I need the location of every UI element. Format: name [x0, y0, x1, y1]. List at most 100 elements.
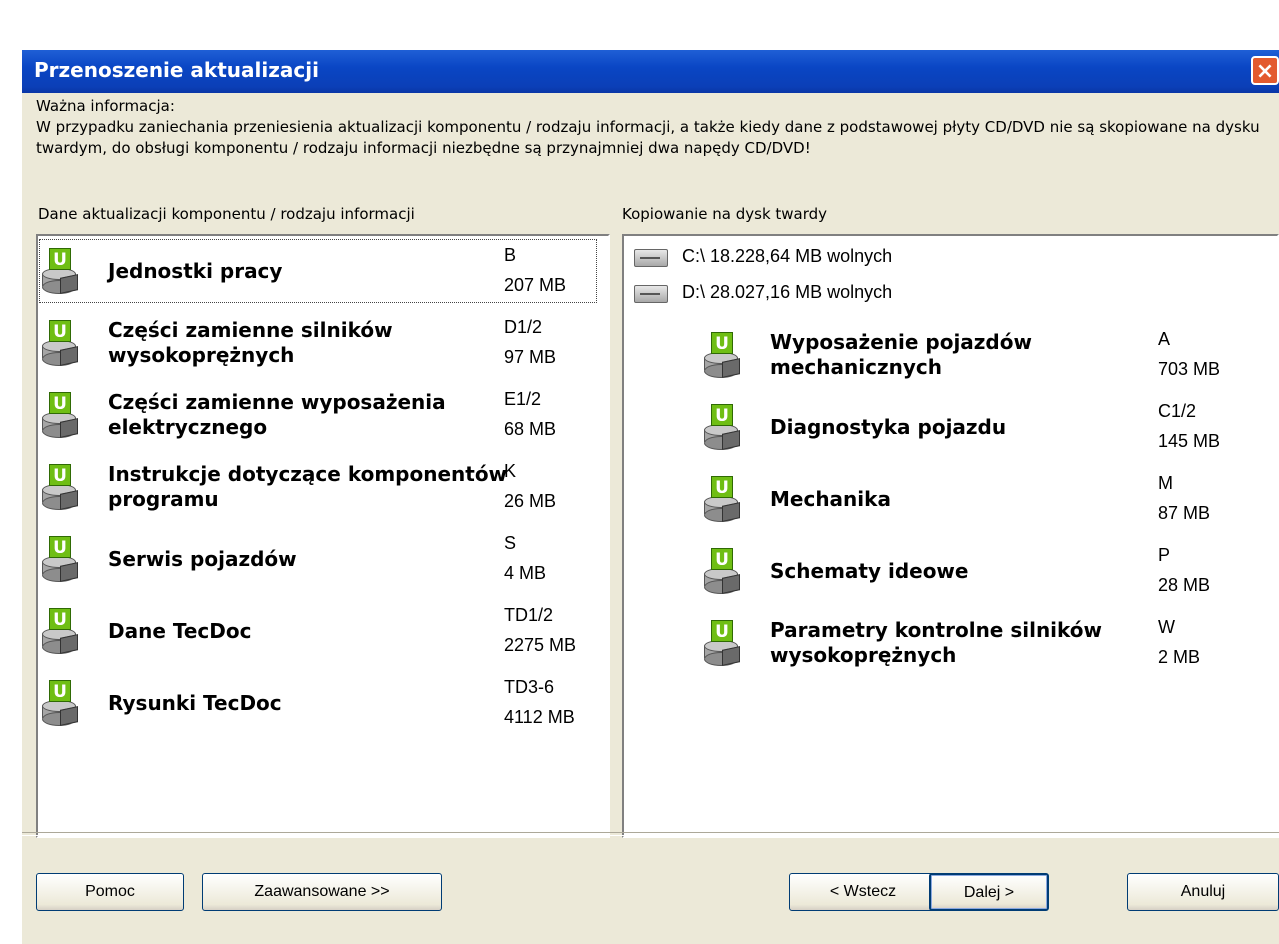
item-code: TD3-6 4112 MB: [504, 672, 575, 732]
dialog-window: Przenoszenie aktualizacji × Ważna inform…: [22, 50, 1279, 944]
update-disk-icon: U: [42, 608, 90, 656]
list-item[interactable]: U Części zamienne wyposażenia elektryczne…: [40, 384, 596, 446]
update-badge-icon: U: [711, 476, 733, 498]
disk-stack-icon: [704, 424, 740, 450]
update-disk-icon: U: [42, 320, 90, 368]
item-size: 703 MB: [1158, 359, 1221, 379]
hard-disk-list[interactable]: C:\ 18.228,64 MB wolnych D:\ 28.027,16 MB…: [622, 234, 1279, 838]
item-size: 145 MB: [1158, 431, 1221, 451]
disk-stack-icon: [704, 568, 740, 594]
item-name: Mechanika: [770, 486, 891, 511]
item-code: W 2 MB: [1158, 612, 1200, 672]
item-size: 68 MB: [504, 419, 557, 439]
update-badge-icon: U: [49, 320, 71, 342]
update-badge-icon: U: [711, 620, 733, 642]
list-item[interactable]: U Schematy ideowe P 28 MB: [626, 540, 1250, 602]
disk-stack-icon: [42, 268, 78, 294]
window-title: Przenoszenie aktualizacji: [34, 58, 319, 82]
item-volume: W: [1158, 617, 1175, 637]
drive-label: D:\ 28.027,16 MB wolnych: [682, 282, 893, 302]
list-item[interactable]: U Części zamienne silników wysokoprężnych…: [40, 312, 596, 374]
list-item[interactable]: U Parametry kontrolne silników wysokopręż…: [626, 612, 1250, 674]
hard-drive-icon: [634, 249, 668, 267]
update-badge-icon: U: [49, 464, 71, 486]
item-volume: TD1/2: [504, 605, 554, 625]
list-item[interactable]: U Wyposażenie pojazdów mechanicznych A 703 …: [626, 324, 1250, 386]
disk-stack-icon: [42, 340, 78, 366]
item-volume: P: [1158, 545, 1171, 565]
update-badge-icon: U: [711, 332, 733, 354]
item-volume: C1/2: [1158, 401, 1197, 421]
item-name: Serwis pojazdów: [108, 546, 297, 571]
list-item[interactable]: U Dane TecDoc TD1/2 2275 MB: [40, 600, 596, 662]
item-name: Wyposażenie pojazdów mechanicznych: [770, 330, 1032, 379]
disk-stack-icon: [42, 700, 78, 726]
hard-drive-icon: [634, 285, 668, 303]
item-volume: S: [504, 533, 517, 553]
item-name: Części zamienne wyposażenia elektryczneg…: [108, 390, 446, 439]
item-volume: K: [504, 461, 517, 481]
left-panel-label: Dane aktualizacji komponentu / rodzaju i…: [38, 205, 415, 223]
help-button[interactable]: Pomoc: [36, 873, 184, 911]
update-disk-icon: U: [42, 392, 90, 440]
item-name: Rysunki TecDoc: [108, 690, 282, 715]
list-item[interactable]: U Serwis pojazdów S 4 MB: [40, 528, 596, 590]
component-list[interactable]: U Jednostki pracy B 207 MB U Części zamienne …: [36, 234, 610, 838]
info-text: Ważna informacja: W przypadku zaniechani…: [36, 96, 1266, 159]
update-disk-icon: U: [704, 476, 752, 524]
item-code: E1/2 68 MB: [504, 384, 556, 444]
item-name: Parametry kontrolne silników wysokoprężn…: [770, 618, 1103, 667]
advanced-button[interactable]: Zaawansowane >>: [202, 873, 442, 911]
item-code: TD1/2 2275 MB: [504, 600, 576, 660]
cancel-button[interactable]: Anuluj: [1127, 873, 1279, 911]
item-code: D1/2 97 MB: [504, 312, 556, 372]
item-size: 26 MB: [504, 491, 557, 511]
disk-stack-icon: [42, 412, 78, 438]
list-item[interactable]: U Mechanika M 87 MB: [626, 468, 1250, 530]
item-size: 28 MB: [1158, 575, 1211, 595]
item-size: 2 MB: [1158, 647, 1201, 667]
item-size: 87 MB: [1158, 503, 1211, 523]
item-code: A 703 MB: [1158, 324, 1220, 384]
next-button[interactable]: Dalej >: [929, 873, 1049, 911]
item-code: K 26 MB: [504, 456, 556, 516]
list-item[interactable]: U Rysunki TecDoc TD3-6 4112 MB: [40, 672, 596, 734]
disk-stack-icon: [42, 628, 78, 654]
drive-label: C:\ 18.228,64 MB wolnych: [682, 246, 893, 266]
item-size: 4 MB: [504, 563, 547, 583]
update-badge-icon: U: [49, 680, 71, 702]
back-button[interactable]: < Wstecz: [789, 873, 937, 911]
item-code: S 4 MB: [504, 528, 546, 588]
item-volume: M: [1158, 473, 1173, 493]
disk-stack-icon: [42, 484, 78, 510]
item-volume: E1/2: [504, 389, 542, 409]
update-disk-icon: U: [42, 248, 90, 296]
item-size: 97 MB: [504, 347, 557, 367]
list-item[interactable]: U Instrukcje dotyczące komponentów progra…: [40, 456, 596, 518]
right-panel-label: Kopiowanie na dysk twardy: [622, 205, 828, 223]
close-button[interactable]: ×: [1251, 56, 1279, 85]
item-code: B 207 MB: [504, 240, 566, 300]
title-bar[interactable]: Przenoszenie aktualizacji ×: [22, 50, 1279, 93]
item-volume: A: [1158, 329, 1171, 349]
drive-item[interactable]: D:\ 28.027,16 MB wolnych: [634, 282, 1034, 308]
list-item[interactable]: U Diagnostyka pojazdu C1/2 145 MB: [626, 396, 1250, 458]
item-name: Schematy ideowe: [770, 558, 969, 583]
disk-stack-icon: [704, 496, 740, 522]
item-size: 207 MB: [504, 275, 567, 295]
update-disk-icon: U: [42, 680, 90, 728]
update-badge-icon: U: [711, 404, 733, 426]
item-name: Jednostki pracy: [108, 258, 283, 283]
item-volume: D1/2: [504, 317, 543, 337]
update-disk-icon: U: [704, 332, 752, 380]
item-name: Dane TecDoc: [108, 618, 252, 643]
update-disk-icon: U: [704, 548, 752, 596]
update-badge-icon: U: [49, 608, 71, 630]
update-disk-icon: U: [42, 536, 90, 584]
item-name: Instrukcje dotyczące komponentów program…: [108, 462, 508, 511]
drive-item[interactable]: C:\ 18.228,64 MB wolnych: [634, 246, 1034, 272]
item-code: P 28 MB: [1158, 540, 1210, 600]
update-disk-icon: U: [704, 620, 752, 668]
disk-stack-icon: [704, 352, 740, 378]
list-item[interactable]: U Jednostki pracy B 207 MB: [39, 239, 597, 303]
